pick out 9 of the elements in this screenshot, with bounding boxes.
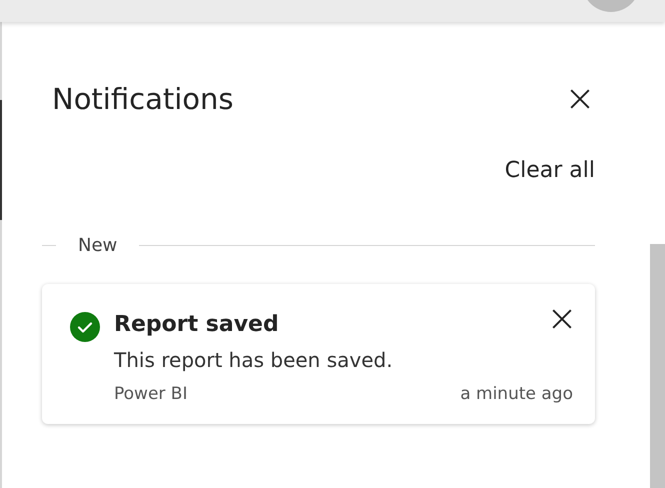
notification-message: This report has been saved. [114, 348, 394, 372]
check-circle-icon [70, 312, 100, 342]
notification-time: a minute ago [460, 384, 573, 404]
panel-title: Notifications [52, 82, 234, 116]
clear-all-button[interactable]: Clear all [504, 158, 595, 183]
section-label: New [77, 235, 118, 256]
notification-source: Power BI [114, 384, 188, 404]
scrollbar[interactable] [650, 244, 665, 488]
notification-title: Report saved [114, 312, 280, 339]
